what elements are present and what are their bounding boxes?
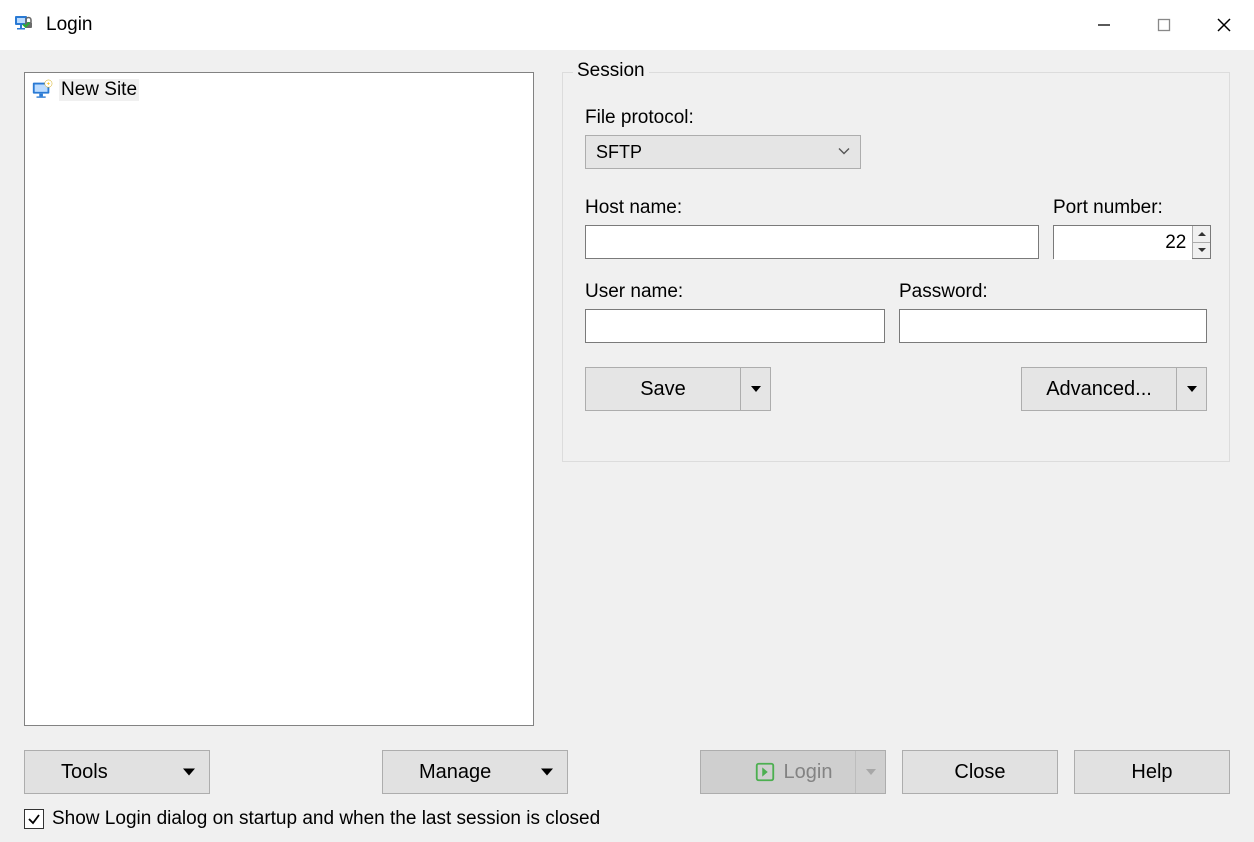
port-spin-down[interactable] — [1193, 243, 1210, 259]
port-label: Port number: — [1053, 197, 1211, 219]
minimize-button[interactable] — [1074, 0, 1134, 50]
caret-down-icon — [183, 761, 195, 784]
manage-button-label: Manage — [419, 761, 491, 784]
protocol-combo[interactable]: SFTP — [585, 135, 861, 169]
user-input[interactable] — [585, 309, 885, 343]
save-button-dropdown[interactable] — [740, 368, 770, 410]
login-button-dropdown[interactable] — [855, 751, 885, 793]
tools-button-label: Tools — [61, 761, 108, 784]
window-title: Login — [46, 14, 93, 36]
user-label: User name: — [585, 281, 885, 303]
close-button[interactable]: Close — [902, 750, 1058, 794]
chevron-down-icon — [838, 142, 850, 163]
close-window-button[interactable] — [1194, 0, 1254, 50]
client-area: New Site Session File protocol: SFTP Hos… — [0, 50, 1254, 842]
port-spinner[interactable] — [1053, 225, 1211, 259]
monitor-icon — [31, 79, 53, 101]
advanced-button[interactable]: Advanced... — [1021, 367, 1207, 411]
port-input[interactable] — [1054, 226, 1192, 260]
titlebar: Login — [0, 0, 1254, 50]
show-login-checkbox-row[interactable]: Show Login dialog on startup and when th… — [24, 808, 600, 830]
bottom-button-row: Tools Manage Login Close Help — [24, 750, 1230, 794]
save-button[interactable]: Save — [585, 367, 771, 411]
protocol-label: File protocol: — [585, 107, 1207, 129]
password-input[interactable] — [899, 309, 1207, 343]
help-button[interactable]: Help — [1074, 750, 1230, 794]
show-login-checkbox-label: Show Login dialog on startup and when th… — [52, 808, 600, 830]
advanced-button-label: Advanced... — [1022, 368, 1176, 410]
show-login-checkbox[interactable] — [24, 809, 44, 829]
port-spin-up[interactable] — [1193, 226, 1210, 243]
host-label: Host name: — [585, 197, 1039, 219]
caret-down-icon — [541, 761, 553, 784]
site-item-new-site[interactable]: New Site — [29, 77, 529, 103]
save-button-label: Save — [586, 368, 740, 410]
password-label: Password: — [899, 281, 1207, 303]
close-button-label: Close — [954, 761, 1005, 784]
protocol-value: SFTP — [596, 142, 642, 163]
app-icon — [12, 12, 38, 38]
login-icon — [754, 761, 776, 783]
login-button-label: Login — [784, 761, 833, 784]
advanced-button-dropdown[interactable] — [1176, 368, 1206, 410]
host-input[interactable] — [585, 225, 1039, 259]
login-button[interactable]: Login — [700, 750, 886, 794]
tools-button[interactable]: Tools — [24, 750, 210, 794]
help-button-label: Help — [1131, 761, 1172, 784]
manage-button[interactable]: Manage — [382, 750, 568, 794]
session-legend: Session — [573, 60, 649, 82]
site-item-label: New Site — [59, 79, 139, 101]
sites-list[interactable]: New Site — [24, 72, 534, 726]
session-groupbox: Session File protocol: SFTP Host name: P… — [562, 72, 1230, 462]
maximize-button[interactable] — [1134, 0, 1194, 50]
